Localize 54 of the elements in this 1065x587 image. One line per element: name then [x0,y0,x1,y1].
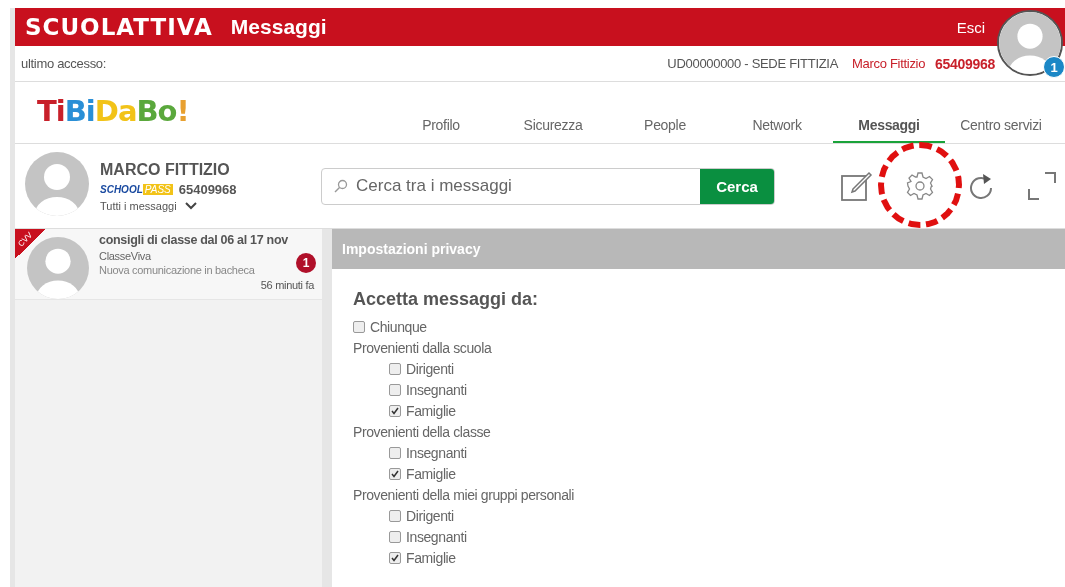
checkbox-label: Insegnanti [406,528,467,545]
nav-tab[interactable]: Network [721,117,833,143]
nav-tab[interactable]: People [609,117,721,143]
checkbox-label: Famiglie [406,549,456,566]
message-sender: ClasseViva [99,250,152,262]
checkbox[interactable] [389,509,401,522]
chevron-down-icon [184,201,197,210]
unread-badge: 1 [296,253,316,273]
user-code: 65409968 [935,55,995,72]
search-field[interactable]: Cerca tra i messaggi Cerca [321,167,775,205]
nav-tab[interactable]: Profilo [385,117,497,143]
school-name: UD00000000 - SEDE FITTIZIA [667,56,838,71]
message-preview: Nuova comunicazione in bacheca [99,264,256,276]
last-access-label: ultimo accesso: [21,56,107,71]
notification-badge: 1 [1043,56,1065,78]
compose-icon[interactable] [841,171,873,201]
checkbox[interactable] [389,530,401,543]
search-icon [334,179,348,193]
logout-link[interactable]: Esci [956,18,985,36]
filter-dropdown[interactable]: Tutti i messaggi [100,199,320,212]
checkbox[interactable] [389,404,401,417]
checkbox-label: Famiglie [406,402,456,419]
checkbox-label: Famiglie [406,465,456,482]
checkbox[interactable] [389,383,401,396]
brand-logo: SCUOLATTIVA [25,14,213,40]
settings-icon[interactable] [905,171,935,201]
search-button[interactable]: Cerca [700,168,774,204]
group-label: Provenienti dalla scuola [353,338,493,358]
group-label: Provenienti della classe [353,422,492,442]
user-code: 65409968 [178,181,237,197]
checkbox-label: Insegnanti [406,444,467,461]
user-name: Marco Fittizio [852,56,926,71]
nav-tab[interactable]: Messaggi [833,117,945,143]
checkbox[interactable] [353,320,365,333]
tibidabo-logo: TiBiDaBo! [37,94,189,128]
checkbox[interactable] [389,467,401,480]
fullscreen-icon[interactable] [1027,171,1057,201]
checkbox-label: Insegnanti [406,381,467,398]
checkbox-label: Dirigenti [406,507,454,524]
schoolpass-logo: SCHOOL PASS [100,183,173,195]
app-title: Messaggi [230,15,327,39]
message-time: 56 minuti fa [260,279,314,291]
message-title: consigli di classe dal 06 al 17 nov [99,233,289,247]
group-label: Provenienti della miei gruppi personali [353,485,575,505]
checkbox[interactable] [389,446,401,459]
section-heading: Accetta messaggi da: [353,289,540,310]
checkbox[interactable] [389,551,401,564]
checkbox-label: Chiunque [370,318,427,335]
checkbox-label: Dirigenti [406,360,454,377]
panel-title: Impostazioni privacy [332,229,1065,269]
checkbox[interactable] [389,362,401,375]
nav-tab[interactable]: Sicurezza [497,117,609,143]
nav-tab[interactable]: Centro servizi [945,117,1057,143]
user-name: MARCO FITTIZIO [100,160,231,179]
